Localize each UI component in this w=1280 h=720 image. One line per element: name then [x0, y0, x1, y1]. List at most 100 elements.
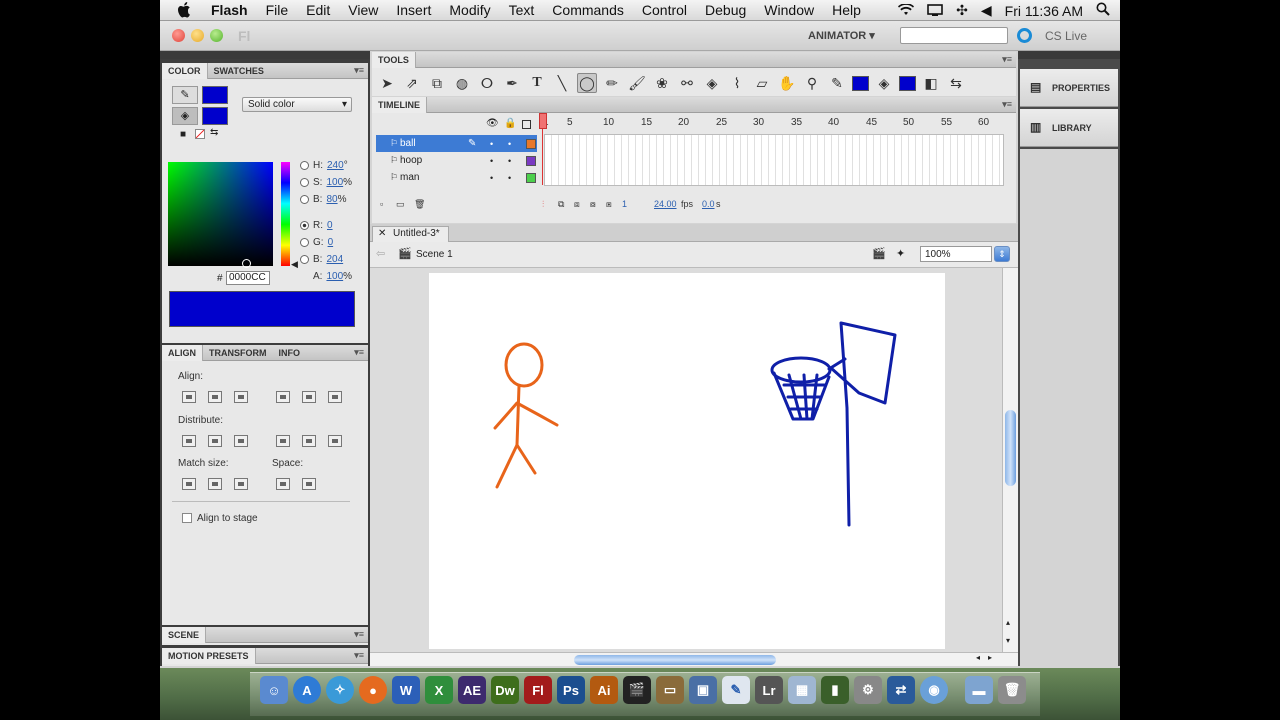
onion-outline-icon[interactable]: ⧈ [574, 199, 580, 210]
photoshop-icon[interactable]: Ps [557, 676, 585, 704]
panel-menu-icon[interactable]: ▾≡ [1002, 54, 1012, 65]
align-to-stage-checkbox[interactable] [182, 513, 192, 523]
pencil-tool-icon[interactable]: ✏ [602, 73, 622, 93]
lasso-tool-icon[interactable]: ⵔ [477, 73, 497, 93]
align-left-icon[interactable] [182, 391, 196, 403]
cs-live-label[interactable]: CS Live [1045, 29, 1087, 43]
app-store-icon[interactable]: A [293, 676, 321, 704]
minimize-window-button[interactable] [191, 29, 204, 42]
layer-outline-color[interactable] [526, 155, 536, 166]
bone-tool-icon[interactable]: ⚯ [677, 73, 697, 93]
panel-menu-icon[interactable]: ▾≡ [1002, 99, 1012, 110]
finder-icon[interactable]: ☺ [260, 676, 288, 704]
lock-dot[interactable]: • [508, 139, 511, 149]
new-layer-icon[interactable]: ▫ [380, 199, 383, 209]
line-tool-icon[interactable]: ╲ [552, 73, 572, 93]
excel-icon[interactable]: X [425, 676, 453, 704]
black-white-icon[interactable]: ■ [180, 129, 186, 140]
subselection-tool-icon[interactable]: ⇗ [402, 73, 422, 93]
hue-slider[interactable] [281, 162, 290, 266]
swap-colors-tool-icon[interactable]: ⇆ [946, 73, 966, 93]
align-bottom-icon[interactable] [328, 391, 342, 403]
selection-tool-icon[interactable]: ➤ [377, 73, 397, 93]
hue-radio[interactable] [300, 161, 309, 170]
folder-icon[interactable]: ▬ [965, 676, 993, 704]
tab-color[interactable]: COLOR [162, 62, 208, 79]
distribute-bottom-icon[interactable] [234, 435, 248, 447]
zoom-tool-icon[interactable]: ⚲ [802, 73, 822, 93]
trash-icon[interactable]: 🗑 [998, 676, 1026, 704]
saturation-value[interactable]: 100 [326, 177, 343, 188]
back-arrow-icon[interactable]: ⇦ [376, 247, 385, 260]
help-search-input[interactable] [900, 27, 1008, 44]
align-top-icon[interactable] [276, 391, 290, 403]
delete-layer-icon[interactable]: 🗑 [414, 199, 425, 210]
textedit-icon[interactable]: ✎ [722, 676, 750, 704]
brightness-radio[interactable] [300, 195, 309, 204]
paint-bucket-tool-icon[interactable]: ◈ [702, 73, 722, 93]
distribute-left-icon[interactable] [276, 435, 290, 447]
library-panel-tab[interactable]: ▥ LIBRARY [1020, 109, 1118, 147]
distribute-right-icon[interactable] [328, 435, 342, 447]
align-to-stage-label[interactable]: Align to stage [197, 513, 258, 524]
space-horizontal-icon[interactable] [302, 478, 316, 490]
no-color-icon[interactable] [195, 129, 205, 139]
properties-label[interactable]: PROPERTIES [1052, 83, 1110, 93]
edit-multiple-icon[interactable]: ⧇ [590, 199, 596, 210]
brightness-value[interactable]: 80 [326, 194, 337, 205]
stroke-color-icon[interactable]: ✎ [172, 86, 198, 104]
tab-transform[interactable]: TRANSFORM [203, 345, 273, 361]
current-frame[interactable]: 1 [622, 199, 627, 209]
hue-slider-handle[interactable]: ◀ [291, 259, 298, 270]
document-tab-title[interactable]: Untitled-3* [393, 228, 440, 239]
free-transform-tool-icon[interactable]: ⧉ [427, 73, 447, 93]
color-spectrum[interactable] [168, 162, 273, 266]
lock-icon[interactable]: 🔒 [504, 118, 516, 129]
deco-tool-icon[interactable]: ❀ [652, 73, 672, 93]
tab-scene[interactable]: SCENE [162, 626, 207, 643]
eyedropper-tool-icon[interactable]: ⌇ [727, 73, 747, 93]
layer-name[interactable]: hoop [400, 155, 422, 166]
safari-icon[interactable]: ✧ [326, 676, 354, 704]
scroll-down-icon[interactable]: ▾ [1006, 636, 1010, 645]
close-tab-icon[interactable]: ✕ [378, 227, 386, 241]
frame-rate-value[interactable]: 24.00 [654, 199, 677, 209]
word-icon[interactable]: W [392, 676, 420, 704]
panel-menu-icon[interactable]: ▾≡ [354, 347, 364, 358]
match-both-icon[interactable] [234, 478, 248, 490]
menu-commands[interactable]: Commands [543, 2, 633, 18]
scroll-left-icon[interactable]: ◂ [976, 653, 980, 662]
utility-icon[interactable]: ▮ [821, 676, 849, 704]
scroll-up-icon[interactable]: ▴ [1006, 618, 1010, 627]
align-middle-v-icon[interactable] [302, 391, 316, 403]
stage-vscroll[interactable]: ▴ ▾ [1002, 268, 1018, 652]
lock-dot[interactable]: • [508, 156, 511, 166]
menu-file[interactable]: File [257, 2, 298, 18]
tab-info[interactable]: INFO [273, 345, 307, 361]
bluetooth-icon[interactable]: ✣ [956, 2, 968, 19]
cs-live-icon[interactable] [1017, 28, 1032, 43]
green-value[interactable]: 0 [328, 237, 334, 248]
blue-radio[interactable] [300, 255, 309, 264]
playhead[interactable] [539, 113, 547, 129]
firefox-icon[interactable]: ● [359, 676, 387, 704]
outline-icon[interactable] [522, 120, 531, 129]
eraser-tool-icon[interactable]: ▱ [752, 73, 772, 93]
wifi-icon[interactable] [898, 2, 915, 19]
menu-help[interactable]: Help [823, 2, 870, 18]
hex-input[interactable]: 0000CC [226, 271, 270, 285]
visibility-dot[interactable]: • [490, 156, 493, 166]
scene-name[interactable]: Scene 1 [416, 249, 453, 260]
color-picker-handle[interactable] [242, 259, 251, 268]
new-folder-icon[interactable]: ▭ [396, 199, 405, 210]
match-height-icon[interactable] [208, 478, 222, 490]
onion-skin-icon[interactable]: ⧉ [558, 199, 564, 210]
layer-outline-color[interactable] [526, 138, 536, 149]
stroke-color-tool-swatch[interactable] [852, 75, 869, 91]
library-label[interactable]: LIBRARY [1052, 123, 1092, 133]
menu-insert[interactable]: Insert [387, 2, 440, 18]
quicktime-icon[interactable]: ◉ [920, 676, 948, 704]
preview-icon[interactable]: ▣ [689, 676, 717, 704]
image-capture-icon[interactable]: ▦ [788, 676, 816, 704]
layer-outline-color[interactable] [526, 172, 536, 183]
